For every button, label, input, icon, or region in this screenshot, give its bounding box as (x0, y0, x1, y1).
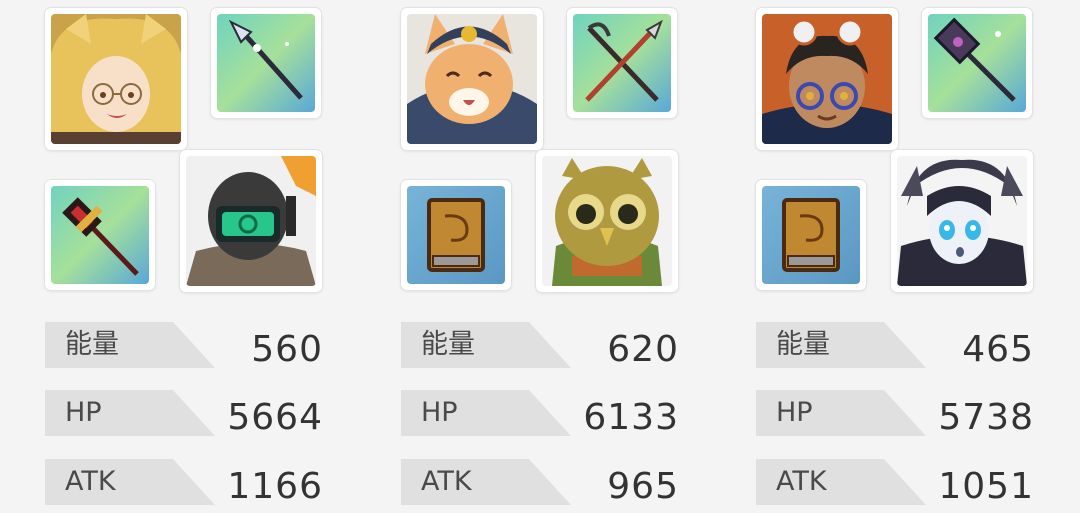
stat-label: ATK (421, 466, 472, 497)
stat-row-atk: ATK 1166 (45, 459, 325, 507)
red-hammer-icon (51, 186, 149, 284)
stat-value: 1166 (227, 466, 323, 507)
blue-eyed-android-girl-portrait-icon (897, 156, 1027, 286)
team-2: 能量 620 HP 6133 ATK 965 (401, 0, 691, 513)
stat-label: HP (776, 397, 813, 428)
stat-label: 能量 (65, 329, 119, 360)
stat-row-hp: HP 5738 (756, 390, 1036, 438)
stat-label: ATK (776, 466, 827, 497)
golden-book-icon (762, 186, 860, 284)
cat-captain-portrait-icon (407, 14, 537, 144)
golden-book-icon (407, 186, 505, 284)
green-visor-helmet-soldier-portrait-icon (186, 156, 316, 286)
team-1: 能量 560 HP 5664 ATK 1166 (45, 0, 335, 513)
character-card-2[interactable] (536, 150, 678, 292)
stat-row-atk: ATK 965 (401, 459, 681, 507)
stat-row-hp: HP 6133 (401, 390, 681, 438)
stat-row-energy: 能量 620 (401, 322, 681, 370)
character-card-1[interactable] (756, 8, 898, 150)
owl-portrait-icon (542, 156, 672, 286)
weapon-card-2[interactable] (401, 180, 511, 290)
weapon-card-2[interactable] (45, 180, 155, 290)
sparkle-spear-icon (217, 14, 315, 112)
stat-value: 465 (962, 329, 1034, 370)
stat-label: HP (65, 397, 102, 428)
character-card-1[interactable] (45, 8, 187, 150)
weapon-card-2[interactable] (756, 180, 866, 290)
stat-label: 能量 (421, 329, 475, 360)
character-card-2[interactable] (891, 150, 1033, 292)
team-3: 能量 465 HP 5738 ATK 1051 (756, 0, 1046, 513)
stat-value: 620 (607, 329, 679, 370)
weapon-card-1[interactable] (211, 8, 321, 118)
stat-value: 5664 (227, 397, 323, 438)
dark-mace-icon (928, 14, 1026, 112)
stat-value: 560 (251, 329, 323, 370)
stat-label: ATK (65, 466, 116, 497)
stat-row-energy: 能量 465 (756, 322, 1036, 370)
character-card-2[interactable] (180, 150, 322, 292)
stat-value: 6133 (583, 397, 679, 438)
weapon-card-1[interactable] (922, 8, 1032, 118)
stat-value: 5738 (938, 397, 1034, 438)
fox-girl-glasses-portrait-icon (51, 14, 181, 144)
stat-label: 能量 (776, 329, 830, 360)
stat-row-energy: 能量 560 (45, 322, 325, 370)
stat-row-hp: HP 5664 (45, 390, 325, 438)
stat-row-atk: ATK 1051 (756, 459, 1036, 507)
stat-value: 965 (607, 466, 679, 507)
goggles-boy-portrait-icon (762, 14, 892, 144)
weapon-card-1[interactable] (567, 8, 677, 118)
character-card-1[interactable] (401, 8, 543, 150)
stat-label: HP (421, 397, 458, 428)
crossed-spears-icon (573, 14, 671, 112)
stat-value: 1051 (938, 466, 1034, 507)
